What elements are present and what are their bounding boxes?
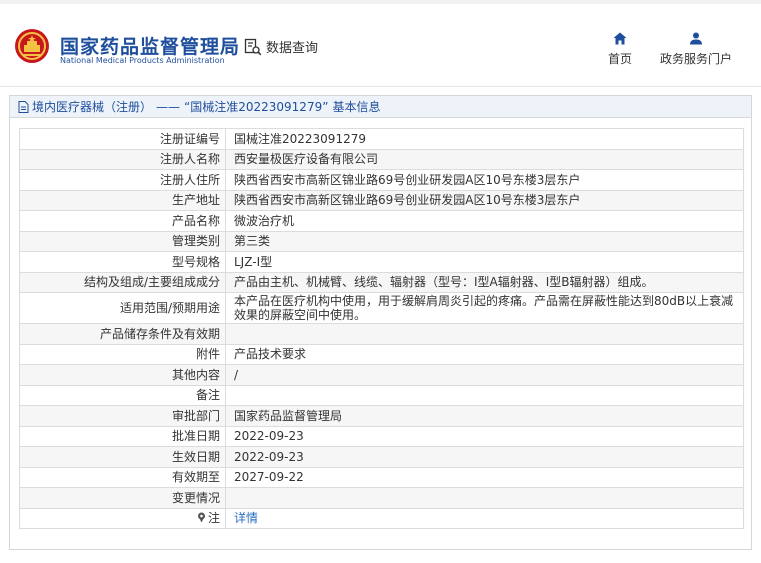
field-value: 微波治疗机 bbox=[225, 210, 744, 232]
breadcrumb-separator: —— bbox=[156, 99, 181, 114]
table-row: 批准日期 2022-09-23 bbox=[19, 425, 744, 447]
brand-subtitle: National Medical Products Administration bbox=[60, 56, 225, 65]
note-value-cell: 详情 bbox=[225, 507, 744, 529]
header-divider bbox=[0, 86, 761, 87]
field-value bbox=[225, 323, 744, 345]
info-table-wrapper: 注册证编号 国械注准20223091279 注册人名称 西安量极医疗设备有限公司… bbox=[19, 128, 744, 529]
field-label: 注册人名称 bbox=[19, 148, 226, 170]
field-value: 2022-09-23 bbox=[225, 446, 744, 468]
field-value: 产品由主机、机械臂、线缆、辐射器（型号：Ⅰ型A辐射器、Ⅰ型B辐射器）组成。 bbox=[225, 271, 744, 293]
table-row: 生效日期 2022-09-23 bbox=[19, 446, 744, 468]
site-header: 国家药品监督管理局 National Medical Products Admi… bbox=[0, 4, 761, 86]
field-value: / bbox=[225, 364, 744, 386]
table-row: 管理类别 第三类 bbox=[19, 230, 744, 252]
field-value: 国家药品监督管理局 bbox=[225, 405, 744, 427]
table-row: 注册人名称 西安量极医疗设备有限公司 bbox=[19, 148, 744, 170]
table-row: 产品名称 微波治疗机 bbox=[19, 210, 744, 232]
table-row: 结构及组成/主要组成成分 产品由主机、机械臂、线缆、辐射器（型号：Ⅰ型A辐射器、… bbox=[19, 271, 744, 293]
field-label: 批准日期 bbox=[19, 425, 226, 447]
field-label: 注册人住所 bbox=[19, 169, 226, 191]
details-link[interactable]: 详情 bbox=[234, 511, 258, 525]
field-value: 2022-09-23 bbox=[225, 425, 744, 447]
note-label-cell: 注 bbox=[19, 507, 226, 529]
home-icon bbox=[613, 32, 627, 45]
field-value: 2027-09-22 bbox=[225, 466, 744, 488]
field-value: 产品技术要求 bbox=[225, 343, 744, 365]
table-row: 注册人住所 陕西省西安市高新区锦业路69号创业研发园A区10号东楼3层东户 bbox=[19, 169, 744, 191]
field-label: 适用范围/预期用途 bbox=[19, 292, 226, 324]
field-label: 附件 bbox=[19, 343, 226, 365]
table-row: 有效期至 2027-09-22 bbox=[19, 466, 744, 488]
info-table: 注册证编号 国械注准20223091279 注册人名称 西安量极医疗设备有限公司… bbox=[19, 128, 744, 529]
field-value: 陕西省西安市高新区锦业路69号创业研发园A区10号东楼3层东户 bbox=[225, 169, 744, 191]
table-row: 备注 bbox=[19, 384, 744, 406]
field-label: 产品名称 bbox=[19, 210, 226, 232]
breadcrumb-suffix: 基本信息 bbox=[332, 100, 381, 114]
field-label: 有效期至 bbox=[19, 466, 226, 488]
table-row: 注册证编号 国械注准20223091279 bbox=[19, 128, 744, 150]
breadcrumb-section[interactable]: 境内医疗器械（注册） bbox=[32, 98, 152, 115]
field-label: 生效日期 bbox=[19, 446, 226, 468]
field-value: 陕西省西安市高新区锦业路69号创业研发园A区10号东楼3层东户 bbox=[225, 189, 744, 211]
breadcrumb: 境内医疗器械（注册） —— “国械注准20223091279” 基本信息 bbox=[10, 96, 751, 118]
data-query-label: 数据查询 bbox=[266, 41, 319, 56]
table-row: 适用范围/预期用途 本产品在医疗机构中使用，用于缓解肩周炎引起的疼痛。产品需在屏… bbox=[19, 292, 744, 324]
field-label: 审批部门 bbox=[19, 405, 226, 427]
nav-gov-label: 政务服务门户 bbox=[660, 52, 733, 66]
table-row: 其他内容 / bbox=[19, 364, 744, 386]
nav-gov-portal[interactable]: 政务服务门户 bbox=[660, 32, 732, 67]
brand-title[interactable]: 国家药品监督管理局 bbox=[60, 32, 240, 59]
field-value: 西安量极医疗设备有限公司 bbox=[225, 148, 744, 170]
table-row: 附件 产品技术要求 bbox=[19, 343, 744, 365]
field-label: 产品储存条件及有效期 bbox=[19, 323, 226, 345]
national-emblem-icon bbox=[15, 29, 49, 63]
field-label: 型号规格 bbox=[19, 251, 226, 273]
nav-home[interactable]: 首页 bbox=[608, 32, 632, 67]
field-label: 注 bbox=[207, 510, 220, 525]
document-icon bbox=[18, 100, 29, 113]
table-row: 型号规格 LJZ-Ⅰ型 bbox=[19, 251, 744, 273]
field-label: 其他内容 bbox=[19, 364, 226, 386]
table-row: 产品储存条件及有效期 bbox=[19, 323, 744, 345]
detail-panel: 境内医疗器械（注册） —— “国械注准20223091279” 基本信息 注册证… bbox=[9, 95, 752, 550]
table-row: 审批部门 国家药品监督管理局 bbox=[19, 405, 744, 427]
table-row: 变更情况 bbox=[19, 487, 744, 509]
field-value: 国械注准20223091279 bbox=[225, 128, 744, 150]
field-label: 生产地址 bbox=[19, 189, 226, 211]
field-label: 管理类别 bbox=[19, 230, 226, 252]
field-label: 结构及组成/主要组成成分 bbox=[19, 271, 226, 293]
field-label: 注册证编号 bbox=[19, 128, 226, 150]
pin-icon bbox=[197, 512, 205, 523]
data-query-link[interactable]: 数据查询 bbox=[244, 37, 318, 56]
field-value: LJZ-Ⅰ型 bbox=[225, 251, 744, 273]
field-label: 备注 bbox=[19, 384, 226, 406]
field-value bbox=[225, 487, 744, 509]
table-row: 注 详情 bbox=[19, 507, 744, 529]
field-value: 第三类 bbox=[225, 230, 744, 252]
field-value: 本产品在医疗机构中使用，用于缓解肩周炎引起的疼痛。产品需在屏蔽性能达到80dB以… bbox=[225, 292, 744, 324]
table-row: 生产地址 陕西省西安市高新区锦业路69号创业研发园A区10号东楼3层东户 bbox=[19, 189, 744, 211]
field-label: 变更情况 bbox=[19, 487, 226, 509]
data-query-icon bbox=[244, 38, 262, 55]
user-icon bbox=[690, 32, 702, 45]
nav-home-label: 首页 bbox=[608, 52, 633, 66]
field-value bbox=[225, 384, 744, 406]
breadcrumb-record: “国械注准20223091279” bbox=[184, 100, 329, 114]
